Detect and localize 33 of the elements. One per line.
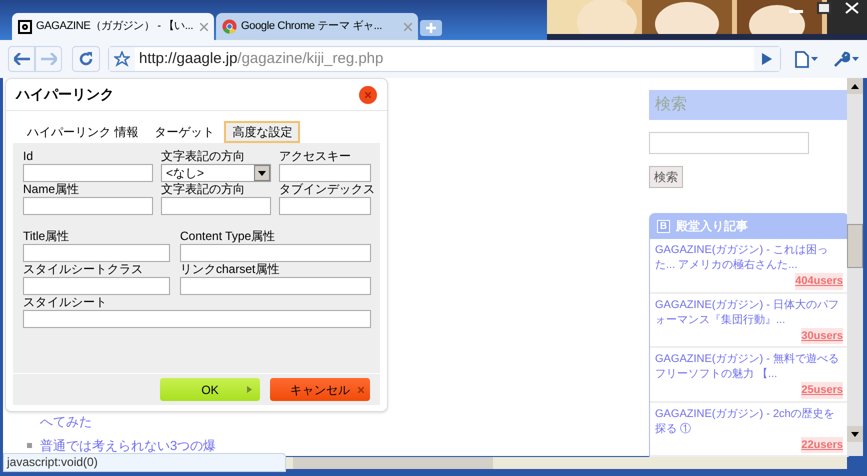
browser-tab[interactable]: GAGAZINE（ガガジン） - 【い... <box>12 13 214 40</box>
search-button[interactable]: 検索 <box>649 166 683 188</box>
status-bubble: javascript:void(0) <box>3 453 286 472</box>
badge: B <box>657 220 670 232</box>
tab-title: GAGAZINE（ガガジン） - 【い... <box>36 18 194 34</box>
ranking-heading: 殿堂入り記事 <box>676 218 748 235</box>
article-link[interactable]: へてみた <box>40 412 92 432</box>
field-label: アクセスキー <box>279 149 352 164</box>
field-label: タブインデックス <box>279 182 371 197</box>
field-label: Name属性 <box>23 182 80 197</box>
article-link[interactable]: GAGAZINE(ガガジン) - 2chの歴史を探る ① <box>655 406 843 436</box>
field-label: スタイルシート <box>23 295 108 310</box>
field-label: 文字表記の方向 <box>161 182 246 197</box>
tab-title: Google Chrome テーマ ギャ... <box>241 19 384 34</box>
article-link[interactable]: 普通では考えられない3つの爆 <box>40 436 216 455</box>
dialog-tab[interactable]: 高度な設定 <box>224 121 300 143</box>
ok-button[interactable]: OK <box>160 378 260 401</box>
field-label: Content Type属性 <box>180 229 276 244</box>
article-link[interactable]: GAGAZINE(ガガジン) - 日体大のパフォーマンス『集団行動』... <box>655 298 843 328</box>
article-link[interactable]: GAGAZINE(ガガジン) - 無料で遊べるフリーソフトの魅力 【... <box>655 352 843 382</box>
cancel-button[interactable]: キャンセル <box>270 378 370 401</box>
field-label: 文字表記の方向 <box>161 149 246 164</box>
search-heading: 検索 <box>649 90 849 120</box>
url-text: http://gaagle.jp/gagazine/kiji_reg.php <box>139 48 384 69</box>
field-label: Id <box>23 149 34 164</box>
browser-tab[interactable]: Google Chrome テーマ ギャ... <box>216 13 418 40</box>
direction-select[interactable]: <なし> <box>161 164 271 182</box>
field-label: スタイルシートクラス <box>23 262 144 277</box>
article-link[interactable]: GAGAZINE(ガガジン) - これは困った... アメリカの極右さんた... <box>655 243 843 273</box>
dialog-title: ハイパーリンク <box>16 85 114 104</box>
field-label: リンクcharset属性 <box>180 262 280 277</box>
address-bar[interactable]: http://gaagle.jp/gagazine/kiji_reg.php <box>108 46 781 72</box>
field-label: Title属性 <box>23 229 70 244</box>
